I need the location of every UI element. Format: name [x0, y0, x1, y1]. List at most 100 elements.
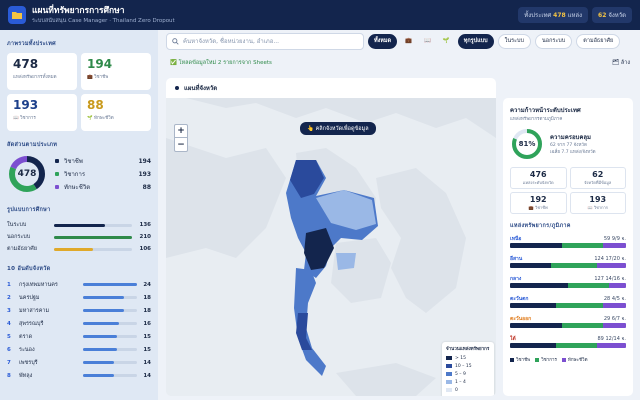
- type-bar: [54, 235, 132, 239]
- type-bar-fill: [54, 247, 93, 251]
- legend-swatch-icon: [446, 356, 452, 360]
- progress-cards: 476 แหล่งระดับจังหวัด 62 จังหวัดที่มีข้อมู…: [510, 167, 626, 214]
- province-bar: [83, 296, 137, 299]
- filter-academic-button[interactable]: 📖: [420, 34, 435, 49]
- region-header: กลาง 127 14/16 จ.: [510, 275, 626, 283]
- zoom-control[interactable]: + −: [174, 124, 188, 152]
- app-title: แผนที่ทรัพยากรการศึกษา: [32, 5, 125, 16]
- province-row[interactable]: 6 ระนอง 15: [7, 343, 151, 356]
- map-thailand-east[interactable]: [336, 253, 356, 270]
- province-map[interactable]: + − 👆 คลิกจังหวัดเพื่อดูข้อมูล จำนวนแหล่…: [166, 98, 496, 396]
- region-sub: 14/16 จ.: [605, 276, 626, 282]
- ratio-legend-value: 88: [142, 183, 151, 191]
- mode-informal-button[interactable]: ตามอัธยาศัย: [576, 33, 621, 49]
- province-rank: 2: [7, 294, 11, 301]
- zoom-in-button[interactable]: +: [175, 125, 187, 138]
- region-value: 89: [597, 336, 604, 342]
- map-legend-label: > 15: [455, 355, 466, 361]
- overview-card-academic: 193 📖 วิชาการ: [7, 94, 77, 131]
- province-row[interactable]: 4 สุพรรณบุรี 16: [7, 317, 151, 330]
- region-values: 59 9/9 จ.: [604, 235, 626, 243]
- province-row[interactable]: 8 พัทลุง 14: [7, 369, 151, 382]
- filter-lifeskills-button[interactable]: 🌱: [439, 34, 454, 49]
- region-values: 89 12/14 จ.: [598, 335, 627, 343]
- coverage-line2: เฉลี่ย 7.7 แหล่ง/จังหวัด: [550, 150, 596, 155]
- region-row[interactable]: ตะวันตก 28 4/5 จ.: [510, 295, 626, 312]
- region-name: เหนือ: [510, 236, 522, 242]
- filter-all-button[interactable]: ทั้งหมด: [368, 33, 398, 49]
- region-value: 59: [603, 236, 611, 242]
- search-box[interactable]: ค้นหาจังหวัด, ชื่อหน่วยงาน, อำเภอ...: [166, 32, 364, 50]
- province-value: 14: [143, 372, 151, 379]
- zoom-out-button[interactable]: −: [175, 138, 187, 151]
- province-bar-fill: [83, 348, 118, 351]
- app-subtitle: ระบบสนับสนุน Case Manager · Thailand Zer…: [32, 17, 175, 24]
- region-header: ใต้ 89 12/14 จ.: [510, 335, 626, 343]
- region-bar-segment: [608, 283, 626, 288]
- region-row[interactable]: กลาง 127 14/16 จ.: [510, 275, 626, 292]
- progress-card: 193 📖 วิชาการ: [569, 192, 626, 214]
- mode-all-button[interactable]: ทุกรูปแบบ: [457, 33, 494, 49]
- province-row[interactable]: 5 ตราด 15: [7, 330, 151, 343]
- province-row[interactable]: 7 เพชรบุรี 14: [7, 356, 151, 369]
- ratio-swatch-icon: [55, 185, 59, 189]
- header-stat-provinces-value: 62: [598, 12, 607, 19]
- coverage-block: 81% ความครอบคลุม 62 จาก 77 จังหวัด เฉลี่…: [510, 127, 626, 161]
- progress-card-value: 193: [589, 195, 607, 204]
- region-row[interactable]: ใต้ 89 12/14 จ.: [510, 335, 626, 352]
- region-legend-label: ทักษะชีวิต: [567, 358, 588, 363]
- map-legend-label: 1 – 4: [455, 379, 466, 385]
- province-rank: 4: [7, 320, 11, 327]
- province-rank: 3: [7, 307, 11, 314]
- region-legend-swatch-icon: [535, 357, 540, 362]
- type-value: 106: [139, 246, 151, 252]
- progress-card-label: 📖 วิชาการ: [587, 205, 608, 210]
- type-label: ในระบบ: [7, 222, 27, 228]
- province-bar-fill: [83, 283, 137, 286]
- province-bar: [83, 348, 137, 351]
- clear-button[interactable]: 🗂 ล้าง: [612, 59, 630, 67]
- overview-card-label: 💼 วิชาชีพ: [87, 75, 109, 80]
- header-stat-schools-suffix: แหล่ง: [567, 12, 583, 19]
- province-row[interactable]: 2 นครปฐม 18: [7, 291, 151, 304]
- filter-vocational-button[interactable]: 💼: [401, 34, 416, 49]
- map-hint-chip: 👆 คลิกจังหวัดเพื่อดูข้อมูล: [300, 122, 376, 135]
- province-bar-fill: [83, 296, 124, 299]
- overview-card-label: 🌱 ทักษะชีวิต: [87, 116, 114, 121]
- type-bar-fill: [54, 235, 132, 239]
- type-row[interactable]: ในระบบ 136: [7, 219, 151, 231]
- province-name: ตราด: [19, 333, 33, 340]
- province-row[interactable]: 1 กรุงเทพมหานคร 24: [7, 278, 151, 291]
- mode-nonformal-button[interactable]: นอกระบบ: [535, 33, 573, 49]
- map-legend-item: > 15: [446, 354, 490, 362]
- type-row[interactable]: นอกระบบ 210: [7, 231, 151, 243]
- search-icon: [172, 37, 179, 45]
- region-value: 29: [603, 316, 611, 322]
- region-row[interactable]: ตะวันออก 29 6/7 จ.: [510, 315, 626, 332]
- region-title: แหล่งทรัพยากร/ภูมิภาค: [510, 223, 571, 229]
- map-title: แผนที่จังหวัด: [184, 85, 218, 92]
- type-label: นอกระบบ: [7, 234, 31, 240]
- region-sub: 17/20 จ.: [605, 256, 626, 262]
- mode-formal-button[interactable]: ในระบบ: [497, 33, 531, 49]
- province-bar: [83, 322, 137, 325]
- coverage-line1: 62 จาก 77 จังหวัด: [550, 143, 587, 148]
- progress-card-label: แหล่งระดับจังหวัด: [522, 180, 554, 185]
- region-row[interactable]: อีสาน 124 17/20 จ.: [510, 255, 626, 272]
- type-list: ในระบบ 136 นอกระบบ 210 ตามอัธยาศัย 106: [7, 219, 151, 255]
- region-bar-segment: [510, 263, 551, 268]
- progress-card-value: 192: [529, 195, 547, 204]
- region-header: เหนือ 59 9/9 จ.: [510, 235, 626, 243]
- province-row[interactable]: 3 มหาสารคาม 18: [7, 304, 151, 317]
- province-value: 14: [143, 359, 151, 366]
- province-name: ระนอง: [19, 346, 35, 353]
- ratio-donut-total: 478: [17, 169, 37, 179]
- region-bar-segment: [602, 243, 626, 248]
- region-row[interactable]: เหนือ 59 9/9 จ.: [510, 235, 626, 252]
- province-name: กรุงเทพมหานคร: [19, 281, 58, 288]
- type-row[interactable]: ตามอัธยาศัย 106: [7, 243, 151, 255]
- map-legend-label: 5 – 9: [455, 371, 466, 377]
- search-input[interactable]: ค้นหาจังหวัด, ชื่อหน่วยงาน, อำเภอ...: [183, 36, 279, 46]
- region-legend-item: วิชาการ: [535, 356, 557, 363]
- province-rank: 7: [7, 359, 11, 366]
